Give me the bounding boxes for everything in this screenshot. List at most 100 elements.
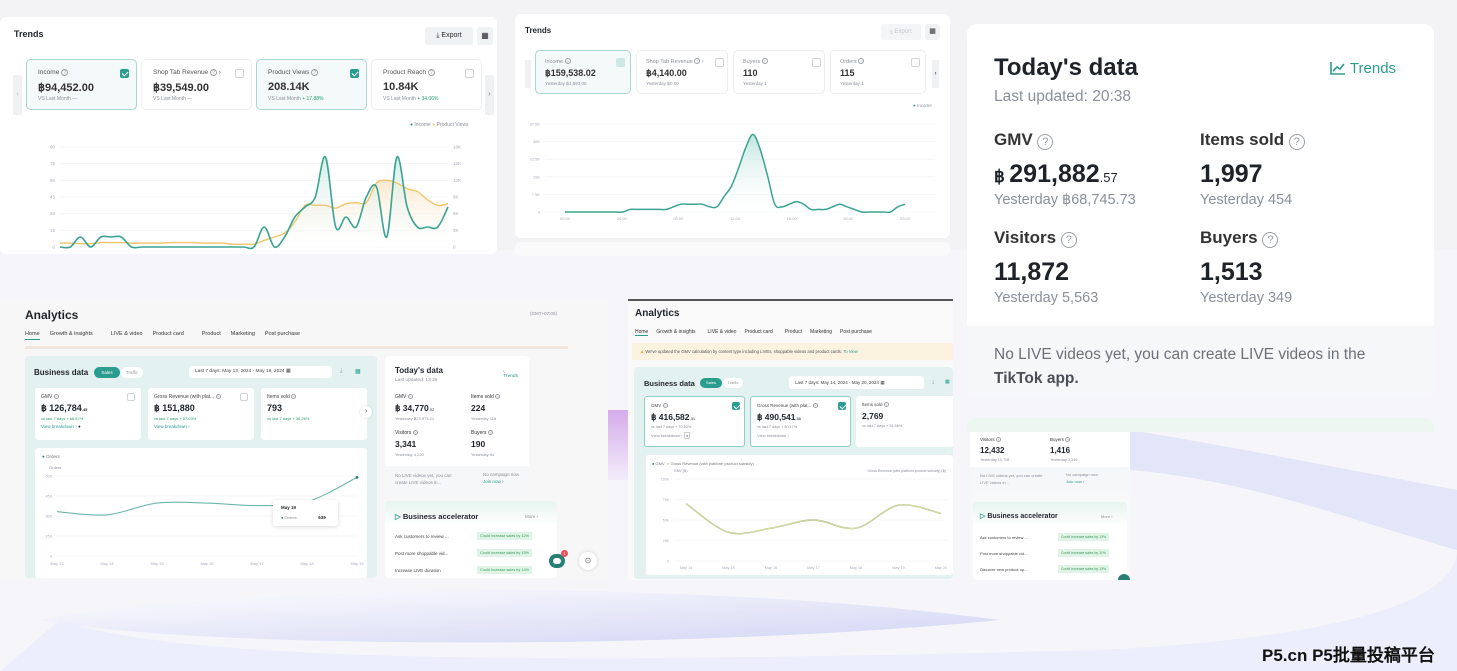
export-button[interactable]: ⤓ Export (425, 27, 473, 45)
panel-2-footer (515, 242, 950, 256)
card-checkbox[interactable] (732, 402, 740, 410)
settings-icon[interactable]: ▦ (355, 368, 361, 375)
accelerator-item-label[interactable]: Discover new product op... (980, 567, 1027, 572)
view-breakdown-link[interactable]: View breakdown › ● (41, 424, 81, 429)
tiktok-app-link[interactable]: TikTok app. (994, 370, 1079, 387)
metric-card-income[interactable]: Income ? ฿94,452.00 VS Last Month — (26, 59, 137, 110)
metric-checkbox[interactable] (120, 69, 129, 78)
metric-checkbox[interactable] (911, 58, 920, 67)
legend-label: Income (414, 122, 431, 128)
tab-marketing[interactable]: Marketing (231, 331, 255, 337)
export-button[interactable]: ⤓ Export (881, 24, 921, 40)
tab-product[interactable]: Product (785, 329, 802, 335)
x-tick-label: May 13 (50, 561, 64, 566)
metric-checkbox[interactable] (812, 58, 821, 67)
help-button[interactable]: ⊙ (579, 552, 597, 570)
metric-compare: Yesterday ฿1,583.00 (545, 81, 587, 86)
tab-product[interactable]: Product (202, 331, 221, 337)
metric-checkbox[interactable] (616, 58, 625, 67)
business-card-gross-revenue[interactable]: Gross Revenue (with plat... ? ฿ 151,880 … (148, 388, 254, 440)
scroll-right-button[interactable]: › (932, 60, 939, 88)
tab-growth-insights[interactable]: Growth & insights (656, 329, 695, 335)
calendar-button[interactable]: ▦ (477, 27, 493, 45)
view-breakdown-link[interactable]: View breakdown › (757, 433, 789, 438)
accelerator-item-label[interactable]: Post more shoppable vid... (395, 551, 448, 556)
download-icon[interactable]: ⤓ (340, 368, 343, 375)
help-icon[interactable]: ? (1288, 134, 1305, 150)
download-icon[interactable]: ⤓ (932, 379, 934, 385)
tab-live-video[interactable]: LIVE & video (708, 329, 737, 335)
card-checkbox[interactable] (240, 393, 248, 401)
more-link[interactable]: More › (525, 514, 538, 519)
calendar-button[interactable]: ▦ (925, 24, 940, 40)
toggle-sales[interactable]: Sales (700, 378, 722, 388)
scroll-left-button[interactable] (525, 60, 531, 88)
accelerator-badge: Could increase sales by 12% (477, 532, 532, 540)
metric-card-product-reach[interactable]: Product Reach ? 10.84K VS Last Month + 3… (371, 59, 482, 110)
business-card-items-sold[interactable]: Items sold ? 793 vs last 7 days + 36.26% (261, 388, 367, 440)
settings-icon[interactable]: ▦ (945, 379, 950, 385)
tab-post-purchase[interactable]: Post purchase (840, 329, 872, 335)
help-icon[interactable]: ? (1060, 232, 1077, 248)
card-checkbox[interactable] (838, 402, 846, 410)
card-checkbox[interactable] (127, 393, 135, 401)
metric-checkbox[interactable] (350, 69, 359, 78)
banner-view-link[interactable]: To View (843, 349, 858, 354)
metric-card-income[interactable]: Income ? ฿159,538.02 Yesterday ฿1,583.00 (535, 50, 631, 94)
tooltip-value: 639 (317, 515, 326, 520)
chat-button[interactable] (1118, 574, 1130, 580)
tab-live-video[interactable]: LIVE & video (111, 331, 143, 337)
metric-card-shop-tab-revenue[interactable]: Shop Tab Revenue ? › ฿4,140.00 Yesterday… (636, 50, 728, 94)
accelerator-item-label[interactable]: Post more shoppable vid... (980, 551, 1027, 556)
business-card-gross-revenue[interactable]: Gross Revenue (with plat... ? ฿ 490,541.… (750, 396, 851, 447)
join-now-link[interactable]: Join now › (1066, 479, 1084, 484)
tab-marketing[interactable]: Marketing (810, 329, 832, 335)
tab-home[interactable]: Home (25, 331, 40, 340)
visitors-yesterday: Yesterday 4,220 (395, 452, 424, 457)
metric-card-product-views[interactable]: Product Views ? 208.14K VS Last Month + … (256, 59, 367, 110)
join-now-link[interactable]: Join now › (483, 479, 504, 484)
chat-button[interactable]: 1 (549, 550, 568, 568)
scroll-right-button[interactable]: › (485, 75, 494, 115)
accelerator-item-label[interactable]: Increase LIVE duration (395, 568, 441, 573)
tab-product-card[interactable]: Product card (153, 331, 184, 337)
trends-link[interactable]: ⌞ Trends (503, 369, 518, 379)
view-breakdown-link[interactable]: View breakdown › (154, 424, 190, 429)
trends-link[interactable]: Trends (1330, 60, 1396, 77)
chart-tooltip: May 19 ● Orders 639 (273, 500, 338, 526)
metric-card-buyers[interactable]: Buyers ? 110 Yesterday 1 (733, 50, 825, 94)
date-range-picker[interactable]: Last 7 days: May 13, 2024 - May 19, 2024… (189, 366, 332, 378)
help-icon: ? (291, 394, 297, 399)
help-icon: ? (662, 403, 668, 408)
accelerator-item-label[interactable]: Ask customers to review ... (395, 534, 449, 539)
legend-label: Income (916, 103, 932, 108)
next-cards-button[interactable]: › (360, 406, 372, 418)
watermark: P5.cn P5批量投稿平台 (1262, 646, 1435, 665)
chart-legend: ● Income (913, 103, 932, 108)
tab-post-purchase[interactable]: Post purchase (265, 331, 300, 337)
help-icon[interactable]: ? (1262, 232, 1279, 248)
date-range-picker[interactable]: Last 7 days: May 14, 2024 - May 20, 2024… (789, 376, 924, 389)
help-icon: ? (761, 58, 768, 64)
y-tick-label: 45 (50, 195, 56, 200)
metric-card-shop-tab-revenue[interactable]: Shop Tab Revenue ? › ฿39,549.00 VS Last … (141, 59, 252, 110)
help-icon[interactable]: ? (1037, 134, 1054, 150)
view-breakdown-link[interactable]: View breakdown › ● (651, 432, 691, 439)
toggle-sales[interactable]: Sales (94, 367, 120, 378)
business-card-gmv[interactable]: GMV ? ฿ 416,582.31 vs last 7 days + 70.8… (644, 396, 745, 447)
metric-checkbox[interactable] (465, 69, 474, 78)
scroll-left-button[interactable]: ‹ (13, 75, 22, 115)
accelerator-item-label[interactable]: Ask customers to review ... (980, 535, 1028, 540)
toggle-traffic[interactable]: Traffic (121, 367, 143, 378)
toggle-traffic[interactable]: Traffic (723, 378, 743, 388)
metric-checkbox[interactable] (715, 58, 724, 67)
metric-checkbox[interactable] (235, 69, 244, 78)
more-link[interactable]: More › (1101, 514, 1113, 519)
tab-growth-insights[interactable]: Growth & insights (50, 331, 93, 337)
business-card-gmv[interactable]: GMV ? ฿ 126,784.45 vs last 7 days + 66.8… (35, 388, 141, 440)
campaign-text: No campaign now (483, 472, 520, 477)
metric-card-orders[interactable]: Orders ? 115 Yesterday 1 (830, 50, 926, 94)
tab-home[interactable]: Home (635, 329, 649, 336)
business-card-items-sold[interactable]: Items sold ? 2,769 vs last 7 days + 91.5… (856, 396, 953, 447)
tab-product-card[interactable]: Product card (744, 329, 772, 335)
